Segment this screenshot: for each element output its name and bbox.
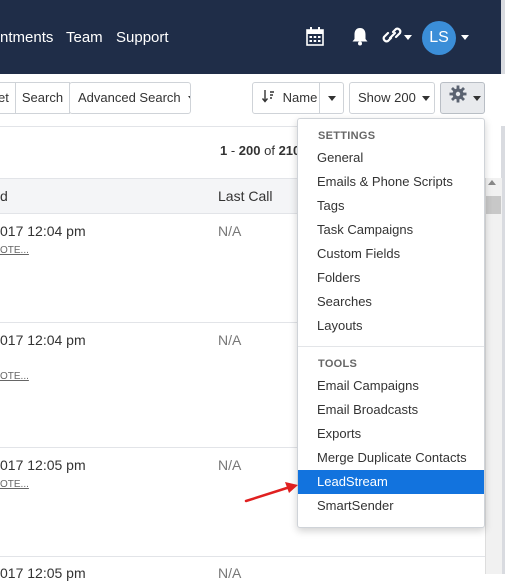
gear-icon: [449, 84, 467, 113]
row-4-date: 017 12:05 pm: [0, 565, 86, 581]
chevron-down-icon: [422, 96, 431, 102]
sort-dropdown-button[interactable]: [319, 82, 344, 114]
of-text: of: [260, 143, 279, 158]
row-2-date: 017 12:04 pm: [0, 332, 86, 348]
tools-section-header: TOOLS: [318, 358, 358, 370]
row-3-date: 017 12:05 pm: [0, 457, 86, 473]
menu-item-email-campaigns[interactable]: Email Campaigns: [298, 374, 484, 398]
divider: [0, 556, 485, 557]
menu-item-layouts[interactable]: Layouts: [298, 314, 484, 338]
menu-item-general[interactable]: General: [298, 146, 484, 170]
pagination-summary: 1 - 200 of 210: [220, 143, 300, 158]
red-arrow-icon: [244, 482, 298, 503]
calendar-icon[interactable]: [306, 27, 324, 51]
vertical-scrollbar[interactable]: [485, 178, 502, 574]
range-end: 200: [238, 143, 261, 158]
partial-button-label: et: [0, 90, 9, 105]
link-menu-caret-icon[interactable]: [404, 35, 412, 40]
menu-item-smartsender[interactable]: SmartSender: [298, 494, 484, 518]
menu-item-task-campaigns[interactable]: Task Campaigns: [298, 218, 484, 242]
page-size-label: Show 200: [358, 90, 416, 105]
page-size-button[interactable]: Show 200: [349, 82, 435, 114]
row-2-note-link[interactable]: OTE...: [0, 371, 29, 382]
row-4-last-call: N/A: [218, 565, 242, 581]
user-avatar[interactable]: LS: [422, 21, 456, 55]
chevron-down-icon: [327, 96, 336, 102]
column-header-date[interactable]: d: [0, 188, 8, 204]
sort-icon: [261, 84, 275, 113]
menu-item-merge-duplicate-contacts[interactable]: Merge Duplicate Contacts: [298, 446, 484, 470]
avatar-menu-caret-icon[interactable]: [461, 35, 469, 40]
row-3-note-link[interactable]: OTE...: [0, 479, 29, 490]
search-button[interactable]: Search: [15, 82, 70, 114]
row-2-last-call: N/A: [218, 332, 242, 348]
menu-item-email-broadcasts[interactable]: Email Broadcasts: [298, 398, 484, 422]
sort-field-label: Name: [282, 90, 318, 105]
advanced-search-label: Advanced Search: [78, 90, 181, 105]
menu-item-exports[interactable]: Exports: [298, 422, 484, 446]
settings-section-header: SETTINGS: [318, 130, 376, 142]
row-3-last-call: N/A: [218, 457, 242, 473]
chevron-down-icon: [188, 96, 190, 102]
settings-dropdown-menu: SETTINGS General Emails & Phone Scripts …: [297, 118, 485, 528]
scrollbar-thumb[interactable]: [486, 196, 501, 214]
search-button-label: Search: [21, 90, 64, 105]
partial-button[interactable]: et: [0, 82, 16, 114]
top-nav-bar: ntments Team Support LS: [0, 0, 505, 74]
nav-link-support[interactable]: Support: [116, 29, 169, 46]
menu-item-searches[interactable]: Searches: [298, 290, 484, 314]
bell-icon[interactable]: [351, 27, 369, 51]
settings-button[interactable]: [440, 82, 485, 114]
column-header-last-call[interactable]: Last Call: [218, 188, 272, 204]
row-1-last-call: N/A: [218, 223, 242, 239]
row-1-date: 017 12:04 pm: [0, 223, 86, 239]
menu-divider: [298, 346, 484, 347]
range-separator: -: [227, 143, 239, 158]
menu-item-folders[interactable]: Folders: [298, 266, 484, 290]
nav-link-team[interactable]: Team: [66, 29, 103, 46]
menu-item-custom-fields[interactable]: Custom Fields: [298, 242, 484, 266]
advanced-search-button[interactable]: Advanced Search: [69, 82, 191, 114]
row-1-note-link[interactable]: OTE...: [0, 245, 29, 256]
chevron-down-icon: [472, 96, 481, 102]
menu-item-leadstream[interactable]: LeadStream: [298, 470, 484, 494]
menu-item-tags[interactable]: Tags: [298, 194, 484, 218]
link-icon[interactable]: [382, 26, 404, 51]
scroll-up-arrow-icon[interactable]: [488, 180, 496, 185]
menu-item-emails-phone-scripts[interactable]: Emails & Phone Scripts: [298, 170, 484, 194]
nav-link-appointments[interactable]: ntments: [0, 29, 53, 46]
sort-field-button[interactable]: Name: [252, 82, 320, 114]
